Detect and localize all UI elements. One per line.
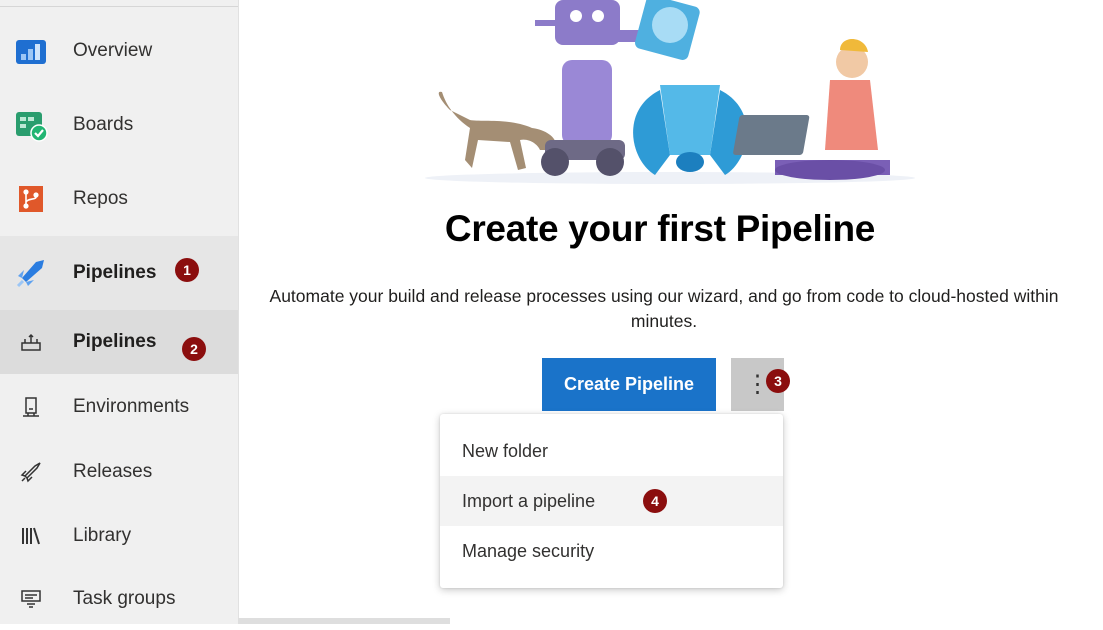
hero-illustration <box>420 0 920 185</box>
sidebar-item-label: Pipelines <box>73 262 157 283</box>
menu-item-label: Import a pipeline <box>462 490 596 511</box>
scrollbar-horizontal[interactable] <box>238 618 450 624</box>
step-badge: 1 <box>175 258 199 282</box>
sidebar-item-repos[interactable]: Repos <box>0 162 238 236</box>
sidebar-item-pipelines[interactable]: Pipelines 1 <box>0 236 238 310</box>
robot-illustration <box>535 0 648 176</box>
sidebar-item-label: Library <box>73 525 132 546</box>
step-badge: 4 <box>643 489 667 513</box>
repos-icon <box>14 182 48 216</box>
sidebar-item-label: Environments <box>73 396 190 417</box>
rocket-illustration <box>633 0 747 175</box>
menu-item-import-pipeline[interactable]: Import a pipeline 4 <box>440 476 783 526</box>
dog-illustration <box>438 91 557 170</box>
step-badge: 3 <box>766 369 790 393</box>
overview-icon <box>14 34 48 68</box>
sidebar-item-label: Task groups <box>73 588 176 609</box>
library-icon <box>14 519 48 553</box>
menu-item-label: Manage security <box>462 540 595 561</box>
task-groups-icon <box>14 582 48 616</box>
environments-icon <box>14 390 48 424</box>
sidebar-item-label: Overview <box>73 40 153 61</box>
sidebar-item-overview[interactable]: Overview <box>0 14 238 88</box>
menu-item-label: New folder <box>462 440 549 461</box>
person-illustration <box>733 38 890 180</box>
sidebar: Overview Boards Repos Pipelines 1 Pipeli… <box>0 0 239 624</box>
sidebar-item-label: Boards <box>73 114 134 135</box>
sidebar-item-environments[interactable]: Environments <box>0 374 238 440</box>
pipelines-sub-icon <box>14 325 48 359</box>
sidebar-top-divider <box>0 0 238 7</box>
step-badge: 2 <box>182 337 206 361</box>
releases-icon <box>14 455 48 489</box>
menu-item-new-folder[interactable]: New folder <box>440 426 783 476</box>
more-actions-menu: New folder Import a pipeline 4 Manage se… <box>440 414 783 588</box>
create-pipeline-button[interactable]: Create Pipeline <box>542 358 716 411</box>
page-title: Create your first Pipeline <box>444 208 876 249</box>
sidebar-item-task-groups[interactable]: Task groups <box>0 568 238 630</box>
menu-item-manage-security[interactable]: Manage security <box>440 526 783 576</box>
page-description: Automate your build and release processe… <box>269 286 1059 331</box>
boards-icon <box>14 108 48 142</box>
sidebar-item-label: Pipelines <box>73 331 157 352</box>
sidebar-item-boards[interactable]: Boards <box>0 88 238 162</box>
pipelines-icon <box>14 256 48 290</box>
sidebar-item-releases[interactable]: Releases <box>0 440 238 504</box>
sidebar-item-label: Repos <box>73 188 128 209</box>
sidebar-item-library[interactable]: Library <box>0 504 238 568</box>
sidebar-item-pipelines-sub[interactable]: Pipelines 2 <box>0 310 238 374</box>
sidebar-item-label: Releases <box>73 461 153 482</box>
